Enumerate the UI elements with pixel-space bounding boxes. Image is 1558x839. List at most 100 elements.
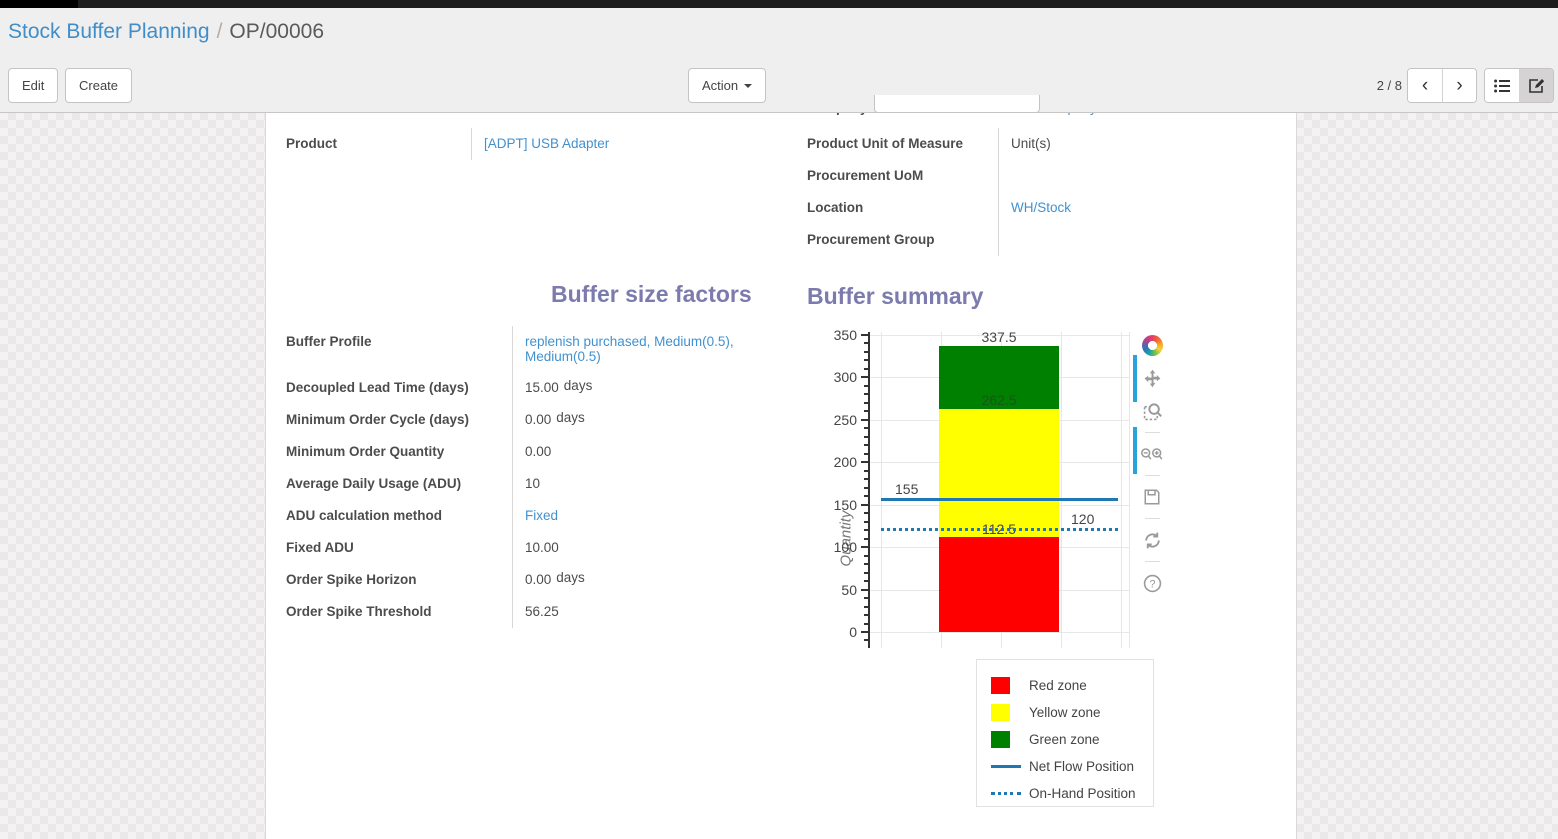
breadcrumb-separator: / (217, 20, 223, 43)
section-title-buffer-summary: Buffer summary (807, 283, 983, 310)
net-flow-position-label: 155 (895, 481, 918, 497)
y-minor-tick (864, 410, 869, 412)
field-group-left: Product [ADPT] USB Adapter (286, 128, 776, 160)
y-major-tick (861, 419, 869, 421)
y-minor-tick (864, 606, 869, 608)
field-right-value-link[interactable]: WH/Stock (1011, 200, 1071, 215)
y-minor-tick (864, 453, 869, 455)
list-icon (1494, 79, 1510, 93)
y-minor-tick (864, 495, 869, 497)
action-dropdown-button[interactable]: Action (688, 68, 766, 103)
app-window: Stock Buffer Planning / OP/00006 Edit Crea… (0, 0, 1558, 839)
legend-item-net-flow-position[interactable]: Net Flow Position (991, 753, 1153, 780)
legend-label: Green zone (1029, 732, 1100, 747)
list-view-button[interactable] (1485, 69, 1519, 102)
plotly-logo-icon[interactable] (1140, 333, 1164, 357)
save-image-icon[interactable] (1140, 485, 1164, 509)
legend-color-swatch (991, 731, 1021, 748)
apps-menu-partial[interactable] (0, 0, 78, 8)
field-factor-label: Average Daily Usage (ADU) (286, 468, 512, 500)
y-minor-tick (864, 478, 869, 480)
buffer-summary-chart: Quantity 337.5262.5112.51551200501001502… (813, 325, 1163, 665)
field-right-value (998, 224, 1282, 256)
box-zoom-icon[interactable] (1140, 399, 1164, 423)
y-minor-tick (864, 623, 869, 625)
legend-line-swatch (991, 792, 1021, 795)
field-factor-value: replenish purchased, Medium(0.5), Medium… (512, 326, 778, 372)
unit-suffix: days (556, 410, 585, 425)
legend-item-red-zone[interactable]: Red zone (991, 672, 1153, 699)
field-factor-label: Order Spike Threshold (286, 596, 512, 628)
y-minor-tick (864, 385, 869, 387)
edit-button[interactable]: Edit (8, 68, 58, 103)
breadcrumb-current: OP/00006 (229, 20, 324, 43)
legend-item-on-hand-position[interactable]: On-Hand Position (991, 780, 1153, 807)
y-minor-tick (864, 521, 869, 523)
y-tick-label: 200 (813, 454, 857, 470)
reset-axes-icon[interactable] (1140, 528, 1164, 552)
y-major-tick (861, 334, 869, 336)
company-label: Company (806, 113, 868, 115)
y-minor-tick (864, 359, 869, 361)
chart-legend: Red zone Yellow zone Green zone Net Flow Po… (976, 659, 1154, 807)
gridline-v (881, 332, 882, 648)
breadcrumb: Stock Buffer Planning / OP/00006 (8, 20, 324, 44)
y-minor-tick (864, 393, 869, 395)
field-factor-label: Decoupled Lead Time (days) (286, 372, 512, 404)
y-minor-tick (864, 512, 869, 514)
y-minor-tick (864, 639, 869, 641)
help-icon[interactable]: ? (1140, 571, 1164, 595)
y-minor-tick (864, 436, 869, 438)
field-factor-label: ADU calculation method (286, 500, 512, 532)
y-tick-label: 250 (813, 412, 857, 428)
company-row-clipped: Company Your Company (266, 113, 1298, 117)
gridline-v (1121, 332, 1122, 648)
form-sheet: Company Your Company Product [ADPT] USB A… (265, 113, 1297, 839)
pager-next-button[interactable]: › (1442, 69, 1476, 102)
legend-label: Yellow zone (1029, 705, 1101, 720)
yellow-zone[interactable] (939, 409, 1059, 536)
y-major-tick (861, 504, 869, 506)
zoom-in-out-icon[interactable] (1140, 442, 1164, 466)
field-factor-value: 0.00days (512, 404, 778, 436)
pager-counter: 2 / 8 (1340, 68, 1402, 103)
y-major-tick (861, 631, 869, 633)
form-view-button[interactable] (1519, 69, 1553, 102)
field-factor-value: 0.00 (512, 436, 778, 468)
y-minor-tick (864, 368, 869, 370)
pager-previous-button[interactable]: ‹ (1408, 69, 1442, 102)
create-button[interactable]: Create (65, 68, 132, 103)
partially-hidden-button[interactable] (874, 95, 1040, 113)
breadcrumb-parent-link[interactable]: Stock Buffer Planning (8, 20, 210, 43)
y-minor-tick (864, 529, 869, 531)
pager-nav: ‹ › (1407, 68, 1477, 103)
legend-item-green-zone[interactable]: Green zone (991, 726, 1153, 753)
caret-down-icon (744, 84, 752, 88)
company-value-link[interactable]: Your Company (1008, 113, 1097, 115)
field-factor-label: Fixed ADU (286, 532, 512, 564)
y-minor-tick (864, 351, 869, 353)
red-zone[interactable] (939, 537, 1059, 632)
modebar-divider (1145, 561, 1160, 562)
green-zone-boundary-label: 262.5 (939, 392, 1059, 408)
legend-item-yellow-zone[interactable]: Yellow zone (991, 699, 1153, 726)
net-flow-position-line (881, 498, 1118, 501)
chevron-left-icon: ‹ (1422, 75, 1428, 97)
field-factor-value-link[interactable]: Fixed (525, 508, 558, 523)
on-hand-position-label: 120 (1071, 511, 1094, 527)
y-minor-tick (864, 580, 869, 582)
field-right-label: Procurement Group (807, 224, 998, 256)
field-factor-value-link[interactable]: replenish purchased, Medium(0.5), Medium… (525, 334, 734, 364)
field-product-value-link[interactable]: [ADPT] USB Adapter (484, 136, 609, 151)
y-tick-label: 100 (813, 539, 857, 555)
pan-icon[interactable] (1140, 366, 1164, 390)
y-minor-tick (864, 597, 869, 599)
field-factor-label: Minimum Order Quantity (286, 436, 512, 468)
y-minor-tick (864, 470, 869, 472)
field-product-label: Product (286, 128, 471, 160)
field-factor-label: Buffer Profile (286, 326, 512, 372)
field-right-label: Location (807, 192, 998, 224)
gridline-h (869, 632, 1129, 633)
chevron-right-icon: › (1456, 75, 1462, 97)
y-major-tick (861, 461, 869, 463)
